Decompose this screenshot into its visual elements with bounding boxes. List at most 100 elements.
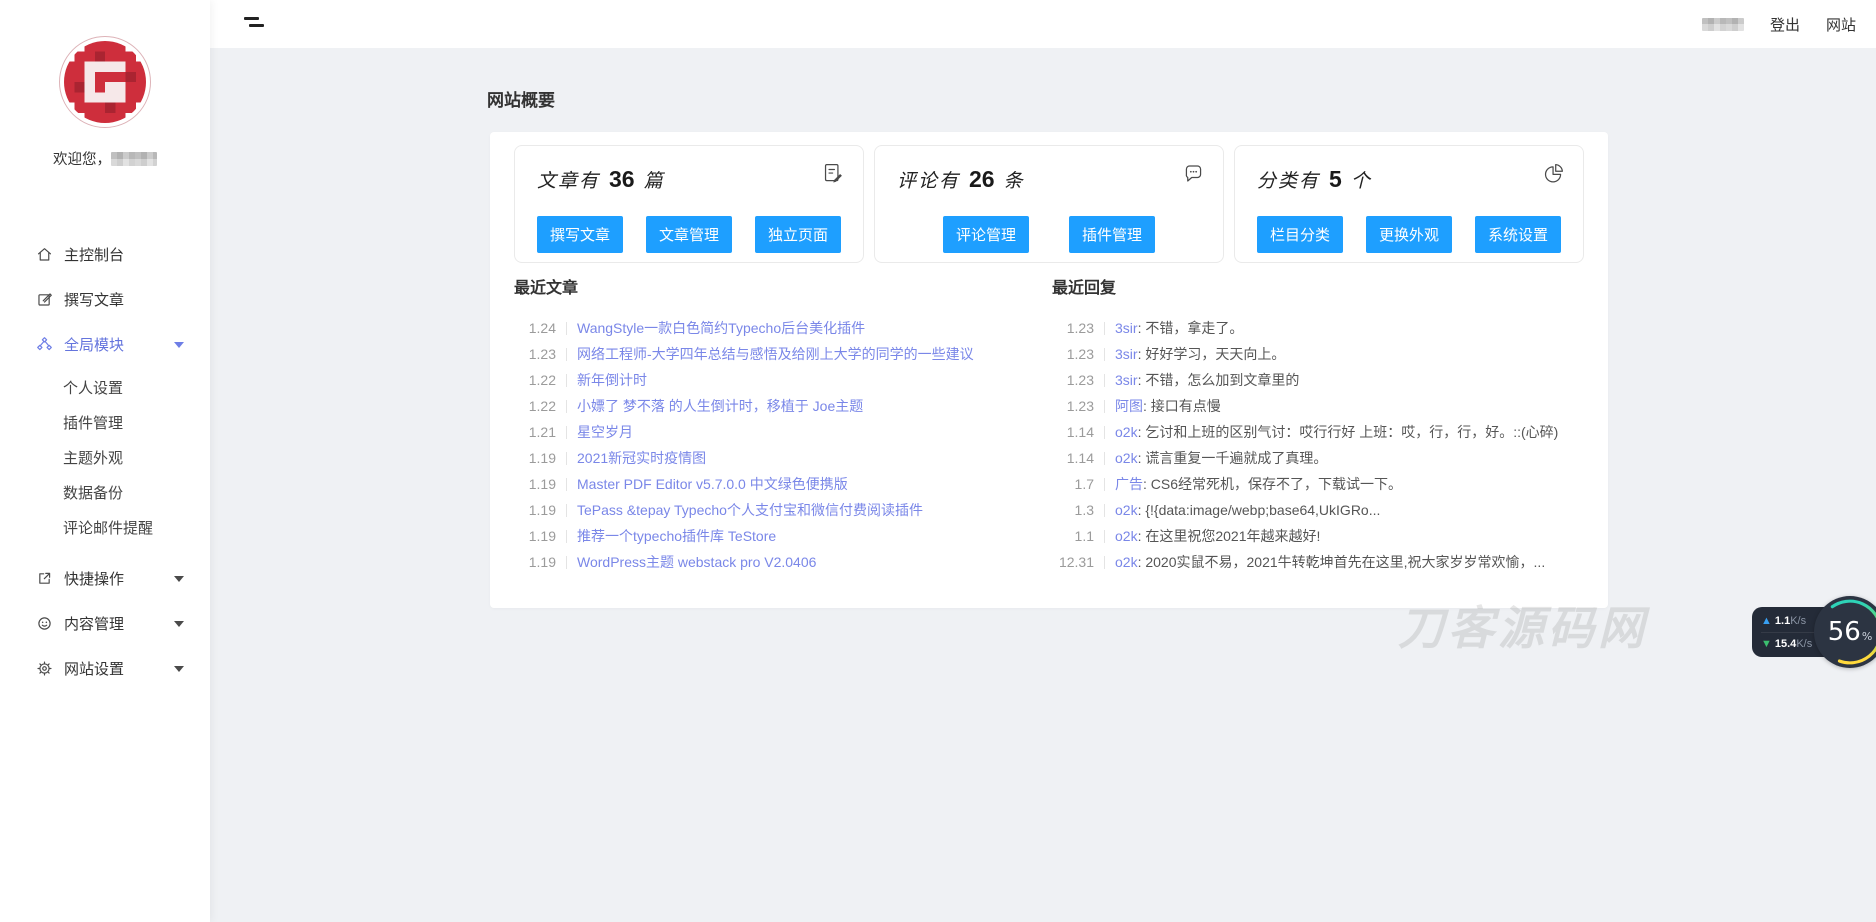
modules-icon — [36, 336, 53, 353]
pie-chart-icon — [1542, 162, 1565, 185]
reply-content: : 2020实鼠不易，2021牛转乾坤首先在这里,祝大家岁岁常欢愉，... — [1138, 554, 1546, 570]
categories-card-buttons: 栏目分类更换外观系统设置 — [1257, 216, 1561, 253]
article-date: 1.19 — [514, 528, 556, 544]
reply-author-link[interactable]: 阿图 — [1115, 398, 1143, 414]
reply-date: 1.23 — [1052, 346, 1094, 362]
card-button[interactable]: 插件管理 — [1069, 216, 1155, 253]
reply-date: 1.3 — [1052, 502, 1094, 518]
reply-content: : 好好学习，天天向上。 — [1138, 346, 1286, 362]
divider — [1104, 478, 1105, 491]
stat-label-prefix: 评论有 — [897, 166, 960, 193]
main-content: 网站概要 文章有 36 篇 撰写文章文章管理独立页面 评论有 26 — [210, 48, 1876, 922]
network-monitor-widget: ▲ 1.1 K/s ▼ 15.4 K/s 56 % — [1752, 596, 1876, 668]
card-button[interactable]: 撰写文章 — [537, 216, 623, 253]
sidebar-subitem[interactable]: 主题外观 — [0, 441, 210, 476]
chevron-down-icon — [174, 576, 184, 582]
sidebar-item-label: 快捷操作 — [64, 568, 124, 589]
divider — [566, 478, 567, 491]
stat-cards-row: 文章有 36 篇 撰写文章文章管理独立页面 评论有 26 条 — [490, 132, 1608, 263]
reply-author-link[interactable]: o2k — [1115, 528, 1138, 544]
download-arrow-icon: ▼ — [1761, 638, 1772, 650]
card-button[interactable]: 系统设置 — [1475, 216, 1561, 253]
external-link-icon — [36, 570, 53, 587]
reply-author-link[interactable]: o2k — [1115, 554, 1138, 570]
chevron-down-icon — [174, 666, 184, 672]
article-link[interactable]: 网络工程师-大学四年总结与感悟及给刚上大学的同学的一些建议 — [577, 344, 974, 364]
article-link[interactable]: Master PDF Editor v5.7.0.0 中文绿色便携版 — [577, 474, 848, 494]
article-link[interactable]: 小嫖了 梦不落 的人生倒计时，移植于 Joe主题 — [577, 396, 863, 416]
reply-row: 12.31o2k: 2020实鼠不易，2021牛转乾坤首先在这里,祝大家岁岁常欢… — [1052, 549, 1584, 575]
article-row: 1.22新年倒计时 — [514, 367, 1030, 393]
sidebar-subitem[interactable]: 插件管理 — [0, 406, 210, 441]
card-button[interactable]: 独立页面 — [755, 216, 841, 253]
comment-icon — [1182, 162, 1205, 185]
sidebar-toggle-icon[interactable] — [244, 15, 266, 33]
article-link[interactable]: TePass &tepay Typecho个人支付宝和微信付费阅读插件 — [577, 500, 923, 520]
site-logo — [59, 36, 151, 128]
reply-content: : {!{data:image/webp;base64,UkIGRo... — [1138, 502, 1381, 518]
reply-author-link[interactable]: o2k — [1115, 502, 1138, 518]
article-link[interactable]: WordPress主题 webstack pro V2.0406 — [577, 552, 816, 572]
card-button[interactable]: 更换外观 — [1366, 216, 1452, 253]
reply-author-link[interactable]: 3sir — [1115, 372, 1138, 388]
topbar: 登出 网站 — [210, 0, 1876, 48]
article-link[interactable]: 推荐一个typecho插件库 TeStore — [577, 526, 776, 546]
welcome-prefix: 欢迎您， — [53, 152, 111, 168]
article-link[interactable]: WangStyle一款白色简约Typecho后台美化插件 — [577, 318, 865, 338]
logout-link[interactable]: 登出 — [1770, 14, 1800, 35]
sidebar-item-global-modules[interactable]: 全局模块 — [0, 322, 210, 367]
article-row: 1.19 Master PDF Editor v5.7.0.0 中文绿色便携版 — [514, 471, 1030, 497]
divider — [566, 530, 567, 543]
comments-stat-card: 评论有 26 条 评论管理 插件管理 — [874, 145, 1224, 263]
card-button[interactable]: 评论管理 — [943, 216, 1029, 253]
sidebar-item-quick-actions[interactable]: 快捷操作 — [0, 556, 210, 601]
sidebar-subitem[interactable]: 评论邮件提醒 — [0, 511, 210, 546]
recent-replies-section: 最近回复 1.233sir: 不错，拿走了。1.233sir: 好好学习，天天向… — [1052, 279, 1584, 575]
sidebar-item-content-management[interactable]: 内容管理 — [0, 601, 210, 646]
reply-author-link[interactable]: 3sir — [1115, 320, 1138, 336]
reply-author-link[interactable]: o2k — [1115, 424, 1138, 440]
article-link[interactable]: 新年倒计时 — [577, 370, 647, 390]
reply-content: : 不错，怎么加到文章里的 — [1138, 372, 1300, 388]
divider — [566, 556, 567, 569]
article-date: 1.19 — [514, 476, 556, 492]
reply-date: 1.23 — [1052, 320, 1094, 336]
article-link[interactable]: 2021新冠实时疫情图 — [577, 448, 706, 468]
reply-content: : 谎言重复一千遍就成了真理。 — [1138, 450, 1328, 466]
categories-stat-text: 分类有 5 个 — [1257, 166, 1561, 193]
sidebar-subitem[interactable]: 个人设置 — [0, 371, 210, 406]
reply-author-link[interactable]: o2k — [1115, 450, 1138, 466]
reply-text: o2k: {!{data:image/webp;base64,UkIGRo... — [1115, 502, 1380, 518]
sidebar-item-label: 内容管理 — [64, 613, 124, 634]
reply-date: 1.7 — [1052, 476, 1094, 492]
topbar-username-blurred[interactable] — [1702, 18, 1744, 31]
divider — [566, 504, 567, 517]
articles-stat-card: 文章有 36 篇 撰写文章文章管理独立页面 — [514, 145, 864, 263]
article-edit-icon — [822, 162, 845, 185]
overview-panel: 文章有 36 篇 撰写文章文章管理独立页面 评论有 26 条 — [490, 132, 1608, 608]
reply-row: 1.14o2k: 乞讨和上班的区别气讨：哎行行好 上班：哎，行，行，好。::(心… — [1052, 419, 1584, 445]
card-button[interactable]: 栏目分类 — [1257, 216, 1343, 253]
comments-stat-text: 评论有 26 条 — [897, 166, 1201, 193]
usage-ring-icon — [1814, 596, 1876, 668]
recent-articles-section: 最近文章 1.24WangStyle一款白色简约Typecho后台美化插件1.2… — [514, 279, 1030, 575]
reply-author-link[interactable]: 3sir — [1115, 346, 1138, 362]
article-row: 1.19 推荐一个typecho插件库 TeStore — [514, 523, 1030, 549]
reply-author-link[interactable]: 广告 — [1115, 476, 1143, 492]
sidebar-item-site-settings[interactable]: 网站设置 — [0, 646, 210, 691]
sidebar-item-label: 全局模块 — [64, 334, 124, 355]
home-icon — [36, 246, 53, 263]
card-button[interactable]: 文章管理 — [646, 216, 732, 253]
site-link[interactable]: 网站 — [1826, 14, 1856, 35]
sidebar-item-dashboard[interactable]: 主控制台 — [0, 232, 210, 277]
sidebar-item-write-post[interactable]: 撰写文章 — [0, 277, 210, 322]
reply-content: : CS6经常死机，保存不了，下载试一下。 — [1143, 476, 1402, 492]
comments-card-buttons: 评论管理 插件管理 — [897, 216, 1201, 253]
divider — [1104, 400, 1105, 413]
upload-speed-unit: K/s — [1790, 615, 1806, 627]
reply-date: 1.23 — [1052, 398, 1094, 414]
sidebar-subitem[interactable]: 数据备份 — [0, 476, 210, 511]
divider — [566, 322, 567, 335]
stat-label-suffix: 个 — [1351, 166, 1372, 193]
article-link[interactable]: 星空岁月 — [577, 422, 633, 442]
